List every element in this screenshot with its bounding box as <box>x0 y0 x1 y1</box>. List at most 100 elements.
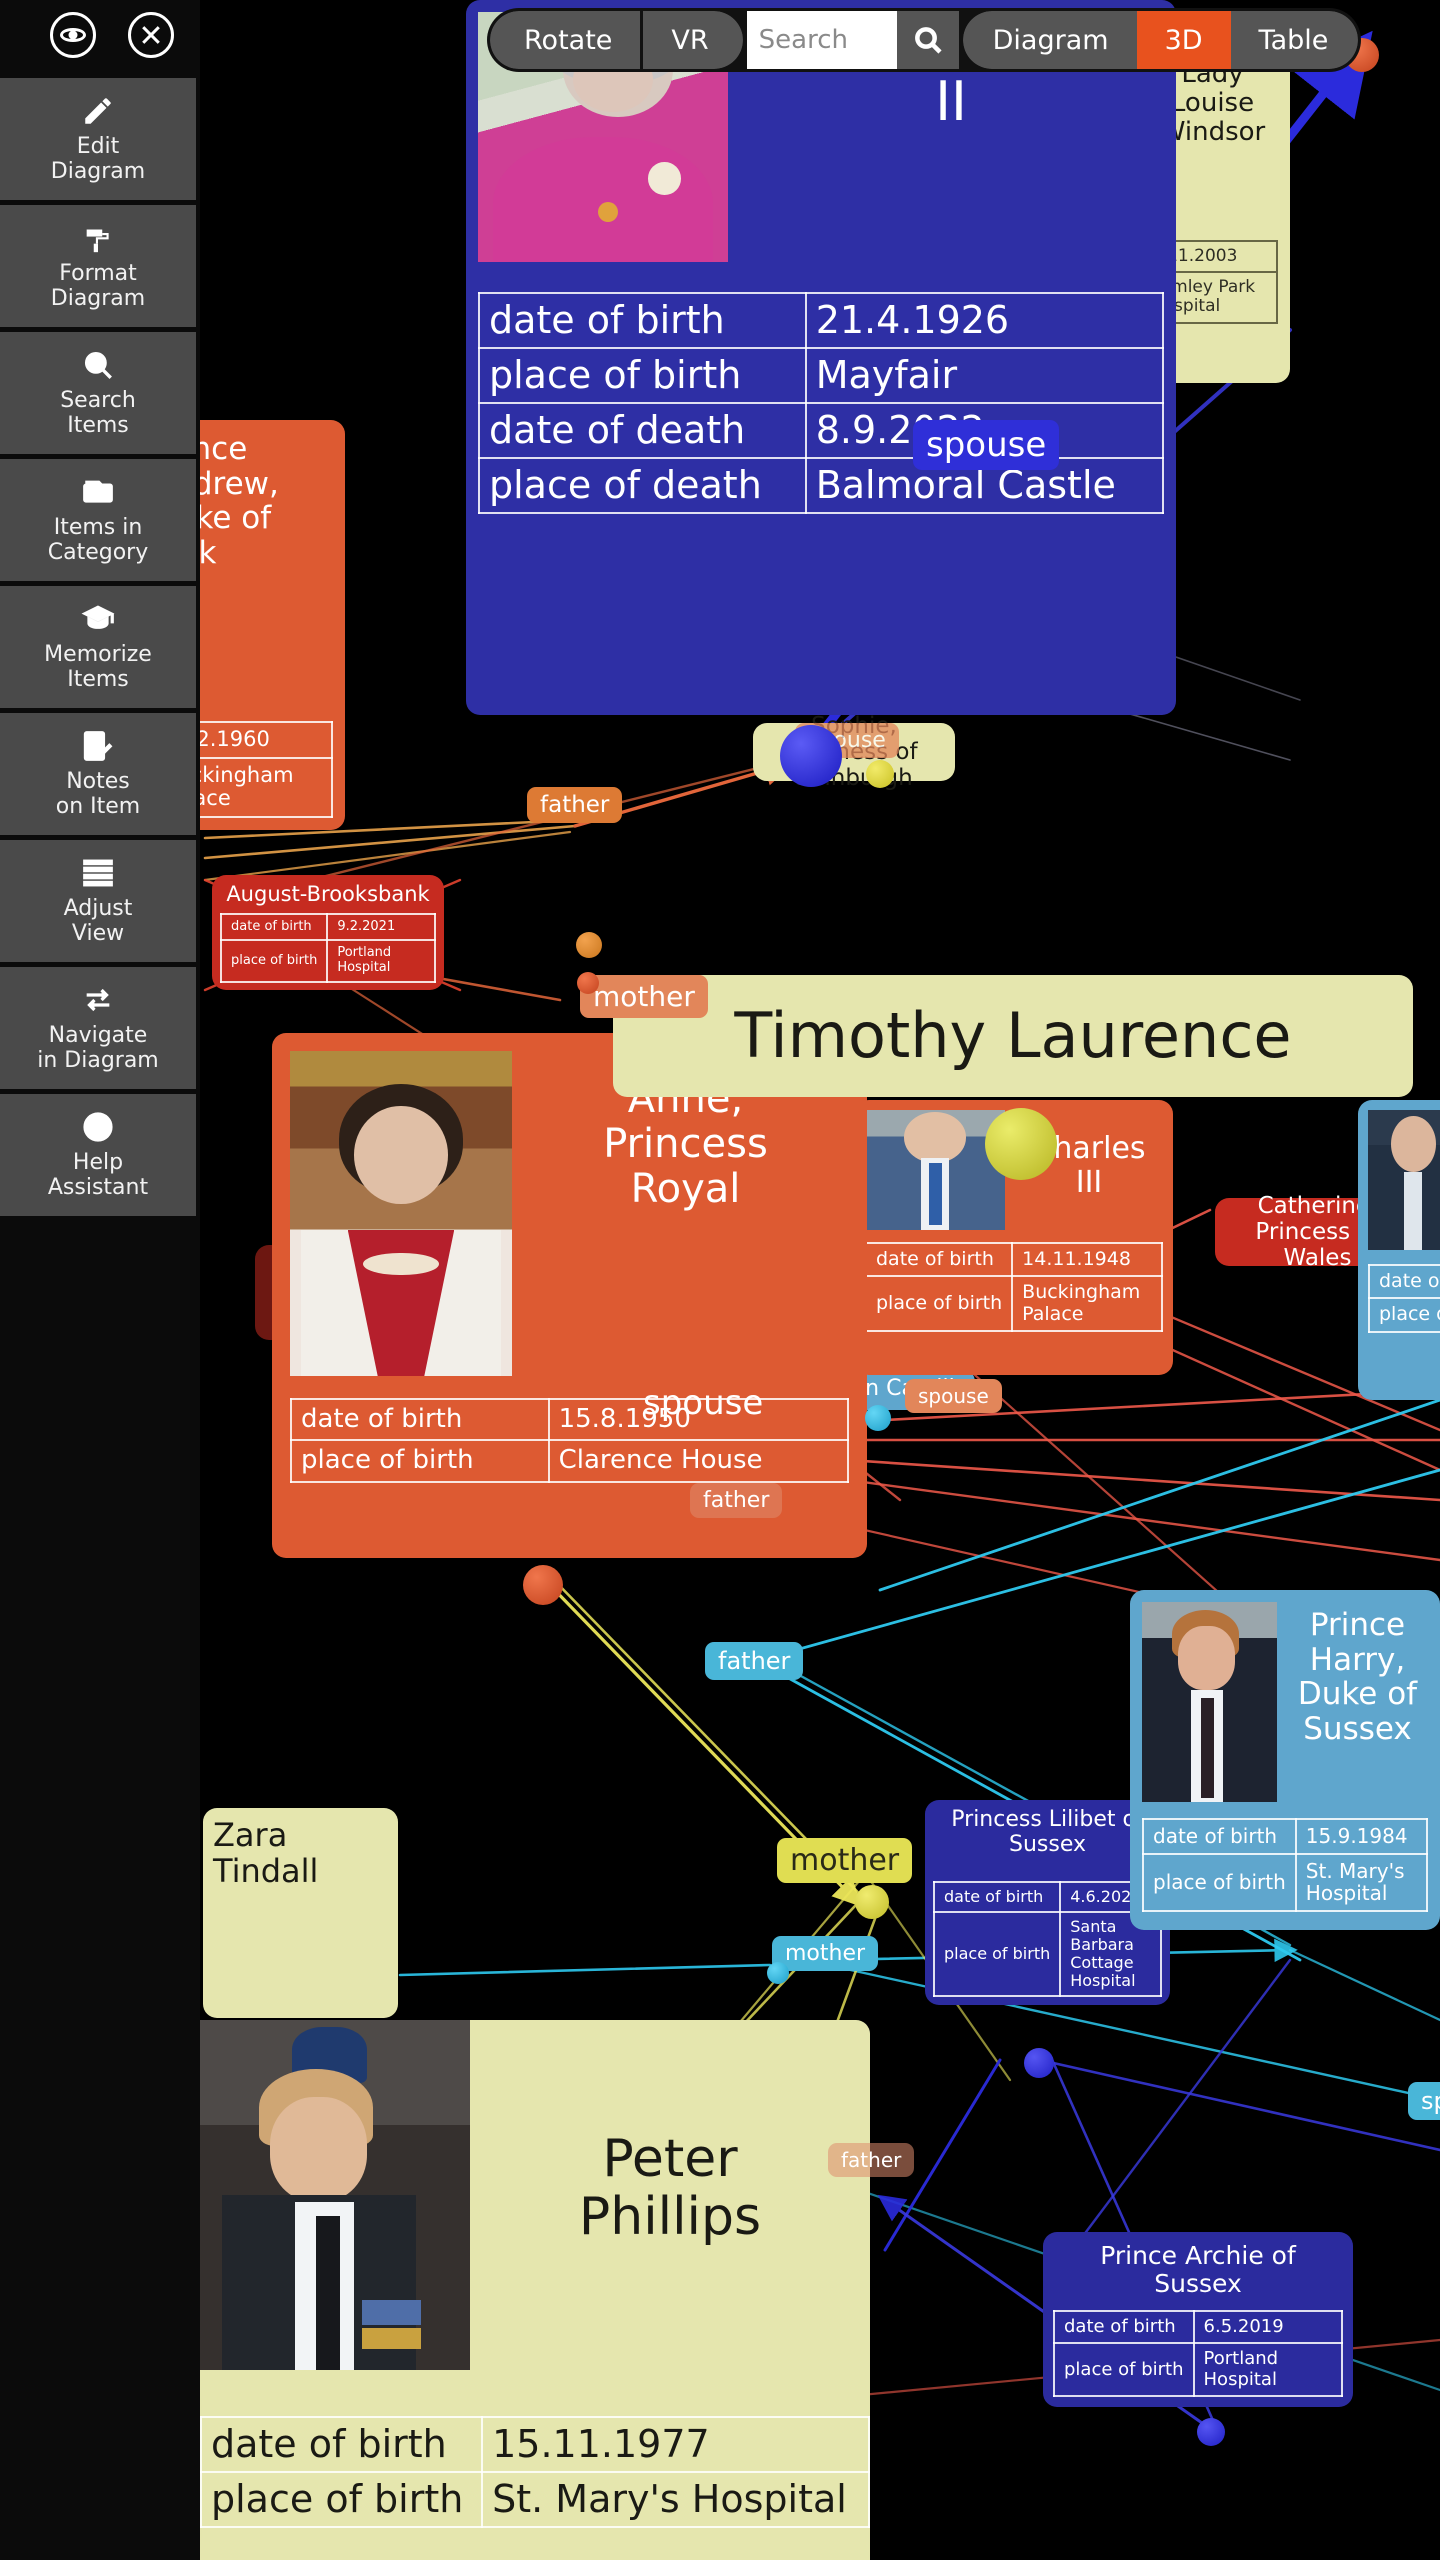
sidebar-item-memorize-items[interactable]: Memorize Items <box>0 586 196 708</box>
tab-3d[interactable]: 3D <box>1136 11 1231 69</box>
graph-node-sphere[interactable] <box>985 1108 1057 1180</box>
graph-node-sphere[interactable] <box>576 932 602 958</box>
search-input[interactable] <box>746 11 897 69</box>
relation-label-spouse[interactable]: spouse <box>630 1378 776 1428</box>
node-card-timothy-laurence[interactable]: Timothy Laurence <box>613 975 1413 1097</box>
relation-label-mother[interactable]: mother <box>777 1838 913 1883</box>
graph-node-sphere[interactable] <box>1197 2418 1225 2446</box>
table-row: place of birth St. Mary's Hospital <box>1142 1852 1429 1912</box>
view-toggle-button[interactable] <box>50 12 96 58</box>
relation-label-father[interactable]: father <box>690 1483 783 1518</box>
attributes-table: date of birth 9.2.2021 place of birth Port… <box>219 912 436 983</box>
table-row: place of birth Buckingham Palace <box>864 1275 1163 1333</box>
table-row: date of <box>1368 1263 1440 1300</box>
graph-node-sphere[interactable] <box>855 1885 889 1919</box>
toolbar-left-group: Rotate VR <box>490 11 743 69</box>
table-row: date of birth 15.11.1977 <box>199 2416 870 2473</box>
relation-label-father[interactable]: father <box>527 787 623 823</box>
sidebar: Edit Diagram Format Diagram Search Items It… <box>0 0 200 2560</box>
table-row: place of birth Clarence House <box>290 1439 850 1483</box>
attributes-table: date of birth 15.9.1984 place of birth St.… <box>1142 1818 1429 1912</box>
graph-node-sphere[interactable] <box>577 972 599 994</box>
sidebar-item-label: Navigate in Diagram <box>37 1022 159 1073</box>
graph-node-sphere[interactable] <box>866 760 894 788</box>
table-row: place of birth St. Mary's Hospital <box>199 2470 870 2528</box>
relation-label-father[interactable]: father <box>705 1642 804 1680</box>
graduation-cap-icon <box>79 602 117 636</box>
table-row: date of birth 6.5.2019 <box>1053 2310 1344 2345</box>
node-card-william-wales[interactable]: date of place of <box>1358 1100 1440 1400</box>
sidebar-item-items-in-category[interactable]: Items in Category <box>0 459 196 581</box>
sidebar-item-search-items[interactable]: Search Items <box>0 332 196 454</box>
rotate-button[interactable]: Rotate <box>490 11 641 69</box>
relation-label-spouse[interactable]: sp <box>1408 2082 1440 2120</box>
card-header: Anne, Princess Royal <box>290 1051 849 1376</box>
sliders-icon <box>79 856 117 890</box>
sidebar-item-format-diagram[interactable]: Format Diagram <box>0 205 196 327</box>
node-card-elizabeth-ii[interactable]: Elizabeth II date of birth21.4.1926 plac… <box>466 0 1176 715</box>
avatar <box>290 1051 512 1376</box>
table-row: place of birth Mayfair <box>478 346 1165 404</box>
search-button[interactable] <box>896 11 959 69</box>
node-title: Prince Harry, Duke of Sussex <box>1297 1607 1418 1748</box>
sidebar-item-navigate-in-diagram[interactable]: Navigate in Diagram <box>0 967 196 1089</box>
graph-node-sphere[interactable] <box>523 1565 563 1605</box>
relation-label-spouse[interactable]: spouse <box>913 420 1060 470</box>
card-header: Prince Harry, Duke of Sussex <box>1142 1602 1428 1802</box>
arrows-swap-icon <box>79 983 117 1017</box>
attributes-table: date of place of <box>1368 1263 1440 1333</box>
node-card-zara-tindall[interactable]: Zara Tindall <box>203 1808 398 2018</box>
sidebar-top-buttons <box>0 0 200 78</box>
node-card-prince-harry[interactable]: Prince Harry, Duke of Sussex date of bir… <box>1130 1590 1440 1930</box>
magnifier-icon <box>79 348 117 382</box>
graph-node-sphere[interactable] <box>767 1962 789 1984</box>
tab-table[interactable]: Table <box>1230 11 1359 69</box>
vr-button[interactable]: VR <box>640 11 743 69</box>
sidebar-item-adjust-view[interactable]: Adjust View <box>0 840 196 962</box>
table-row: date of birth 21.4.1926 <box>478 292 1165 349</box>
node-title: Zara Tindall <box>213 1816 319 1890</box>
graph-node-sphere[interactable] <box>780 725 842 787</box>
table-row: place of death Balmoral Castle <box>478 456 1165 514</box>
card-header <box>1368 1110 1440 1250</box>
question-circle-icon <box>79 1110 117 1144</box>
tab-diagram[interactable]: Diagram <box>962 11 1137 69</box>
table-row: place of birth Santa Barbara Cottage Hosp… <box>932 1910 1162 1998</box>
sidebar-item-label: Format Diagram <box>50 260 146 311</box>
table-row: date of birth 4.6.2021 <box>932 1880 1162 1913</box>
close-button[interactable] <box>128 12 174 58</box>
attributes-table: date of birth 21.4.1926 place of birth May… <box>478 292 1165 514</box>
avatar <box>1368 1110 1440 1250</box>
graph-node-sphere[interactable] <box>865 1405 891 1431</box>
sidebar-item-edit-diagram[interactable]: Edit Diagram <box>0 78 196 200</box>
card-header: Peter Phillips <box>200 2020 870 2370</box>
attributes-table: date of birth 14.11.1948 place of birth Bu… <box>864 1241 1163 1333</box>
table-row: date of birth 9.2.2021 <box>219 912 436 942</box>
note-edit-icon <box>79 729 117 763</box>
node-card-prince-archie[interactable]: Prince Archie of Sussex date of birth 6.5… <box>1043 2232 1353 2407</box>
paint-roller-icon <box>79 221 117 255</box>
view-toolbar: Rotate VR Diagram 3D Table <box>487 8 1362 72</box>
relation-label-father[interactable]: father <box>828 2143 915 2177</box>
table-row: date of birth 15.9.1984 <box>1142 1818 1429 1855</box>
relation-label-mother[interactable]: mother <box>580 975 708 1018</box>
sidebar-item-help-assistant[interactable]: Help Assistant <box>0 1094 196 1216</box>
avatar <box>1142 1602 1277 1802</box>
search-group <box>746 11 959 69</box>
sidebar-item-notes-on-item[interactable]: Notes on Item <box>0 713 196 835</box>
graph-node-sphere[interactable] <box>1024 2048 1054 2078</box>
pencil-icon <box>79 94 117 128</box>
eye-pupil-icon <box>68 30 78 40</box>
app-root: Elizabeth II date of birth21.4.1926 plac… <box>0 0 1440 2560</box>
node-card-anne-princess-royal[interactable]: Anne, Princess Royal date of birth 15.8.1… <box>272 1033 867 1558</box>
relation-label-mother[interactable]: mother <box>772 1936 879 1971</box>
node-card-august-brooksbank[interactable]: August-Brooksbank date of birth 9.2.2021 … <box>212 875 444 990</box>
sidebar-item-label: Items in Category <box>47 514 149 565</box>
relation-label-spouse[interactable]: spouse <box>905 1379 1002 1413</box>
sidebar-item-label: Notes on Item <box>55 768 141 819</box>
node-card-peter-phillips[interactable]: Peter Phillips date of birth 15.11.1977 p… <box>199 2020 870 2560</box>
node-title: August-Brooksbank <box>226 882 430 906</box>
table-row: place of <box>1368 1297 1440 1333</box>
sidebar-item-label: Memorize Items <box>44 641 152 692</box>
table-row: place of birth Portland Hospital <box>1053 2342 1344 2397</box>
